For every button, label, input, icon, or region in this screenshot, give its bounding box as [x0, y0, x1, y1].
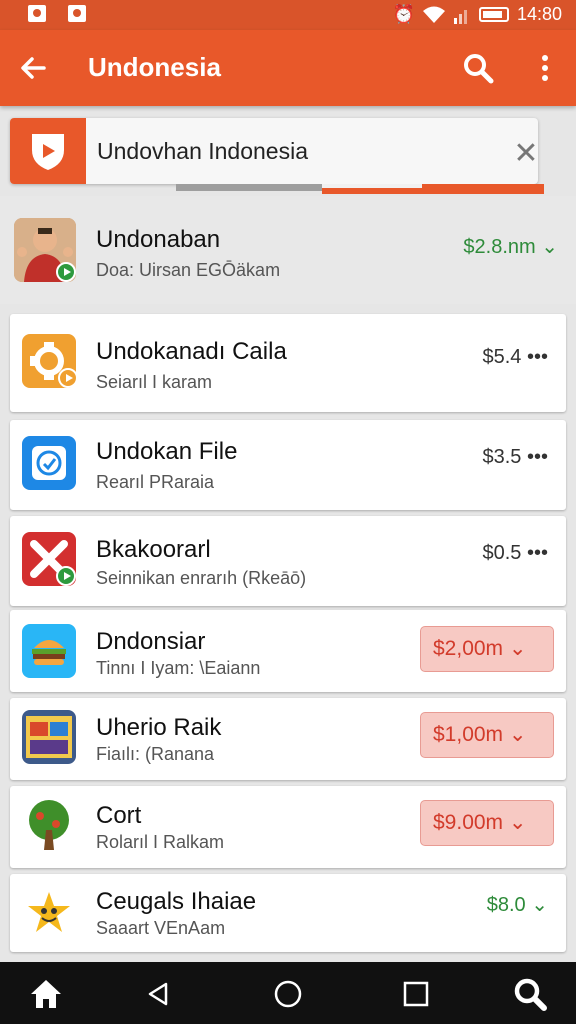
more-horiz-icon[interactable]: ••• — [527, 346, 548, 368]
item-subtitle: Tinnı I Iyam: \Eaiann — [96, 658, 261, 678]
battery-icon — [478, 7, 509, 22]
status-time: 14:80 — [516, 4, 562, 24]
more-horiz-icon[interactable]: ••• — [527, 542, 548, 564]
recents-square-icon[interactable] — [396, 974, 436, 1014]
chevron-down-icon: ⌄ — [508, 637, 527, 660]
smiley-star-icon — [22, 886, 76, 940]
list-item[interactable]: Dndonsiar Tinnı I Iyam: \Eaiann $2,00m ⌄ — [10, 610, 566, 692]
chevron-down-icon: ⌄ — [531, 894, 548, 916]
search-icon[interactable] — [510, 974, 550, 1014]
navigation-bar — [0, 962, 576, 1024]
search-field[interactable]: Undovhan Indonesia — [10, 118, 538, 184]
chevron-down-icon: ⌄ — [508, 723, 527, 746]
item-price: $2.8.nm ⌄ — [463, 236, 558, 258]
alarm-icon: ⏰ — [392, 4, 415, 24]
item-price: $3.5 ••• — [482, 446, 548, 468]
comic-icon — [22, 710, 76, 764]
list-item[interactable]: Undonaban Doa: Uirsan EGŌäkam $2.8.nm ⌄ — [0, 196, 576, 304]
blue-cloud-icon — [22, 436, 76, 490]
list-item[interactable]: Cort Rolarıl I Ralkam $9.00m ⌄ — [10, 786, 566, 868]
item-price: $5.4 ••• — [482, 346, 548, 368]
item-subtitle: Doa: Uirsan EGŌäkam — [96, 260, 281, 280]
list-item[interactable]: Ceugals Ihaiae Saaart VEnAam $8.0 ⌄ — [10, 874, 566, 952]
play-badge-icon — [56, 262, 76, 282]
item-title: Cort — [96, 802, 142, 829]
list-item[interactable]: Uherio Raik Fiaılı: (Ranana $1,00m ⌄ — [10, 698, 566, 780]
tab-indicator — [176, 184, 326, 191]
list-item[interactable]: Bkakoorarl Seinnikan enrarıh (Rkeāō) $0.… — [10, 516, 566, 606]
back-triangle-icon[interactable] — [138, 974, 178, 1014]
item-subtitle: Seiarıl I karam — [96, 372, 213, 392]
item-subtitle: Fiaılı: (Ranana — [96, 744, 215, 764]
item-title: Bkakoorarl — [96, 536, 211, 563]
play-badge-icon — [56, 566, 76, 586]
play-badge-icon — [58, 368, 78, 388]
item-title: Ceugals Ihaiae — [96, 888, 257, 915]
close-icon[interactable]: ✕ — [508, 136, 544, 172]
chevron-down-icon: ⌄ — [508, 811, 527, 834]
item-title: Uherio Raik — [96, 714, 222, 741]
item-subtitle: Saaart VEnAam — [96, 918, 226, 938]
page-title: Undonesia — [88, 52, 221, 82]
search-icon[interactable] — [460, 50, 496, 86]
home-icon[interactable] — [26, 974, 66, 1014]
chevron-down-icon: ⌄ — [541, 236, 558, 258]
item-price: $0.5 ••• — [482, 542, 548, 564]
more-vert-icon[interactable] — [530, 50, 560, 86]
wifi-icon — [422, 6, 445, 23]
arrow-left-icon[interactable] — [16, 50, 52, 86]
item-subtitle: Rearıl PRaraia — [96, 472, 215, 492]
app-bar: Undonesia — [0, 30, 576, 106]
item-title: Undokan File — [96, 438, 238, 465]
item-subtitle: Rolarıl I Ralkam — [96, 832, 225, 852]
item-title: Undokanadı Caila — [96, 338, 287, 365]
item-subtitle: Seinnikan enrarıh (Rkeāō) — [96, 568, 307, 588]
price-button[interactable]: $2,00m ⌄ — [420, 626, 554, 672]
list-item[interactable]: Undokanadı Caila Seiarıl I karam $5.4 ••… — [10, 314, 566, 412]
item-price: $8.0 ⌄ — [486, 894, 548, 916]
app-logo-icon — [10, 118, 86, 184]
item-title: Undonaban — [96, 226, 221, 253]
search-input[interactable]: Undovhan Indonesia — [97, 138, 308, 165]
signal-icon — [453, 9, 467, 24]
camera-notification-icon — [68, 5, 86, 22]
status-bar: ⏰ 14:80 — [0, 0, 576, 30]
list-item[interactable]: Undokan File Rearıl PRaraia $3.5 ••• — [10, 420, 566, 510]
tab-indicator-active — [322, 184, 544, 194]
home-circle-icon[interactable] — [268, 974, 308, 1014]
burger-icon — [22, 624, 76, 678]
tree-icon — [22, 798, 76, 852]
price-button[interactable]: $9.00m ⌄ — [420, 800, 554, 846]
more-horiz-icon[interactable]: ••• — [527, 446, 548, 468]
price-button[interactable]: $1,00m ⌄ — [420, 712, 554, 758]
notification-icon — [28, 5, 46, 22]
item-title: Dndonsiar — [96, 628, 206, 655]
